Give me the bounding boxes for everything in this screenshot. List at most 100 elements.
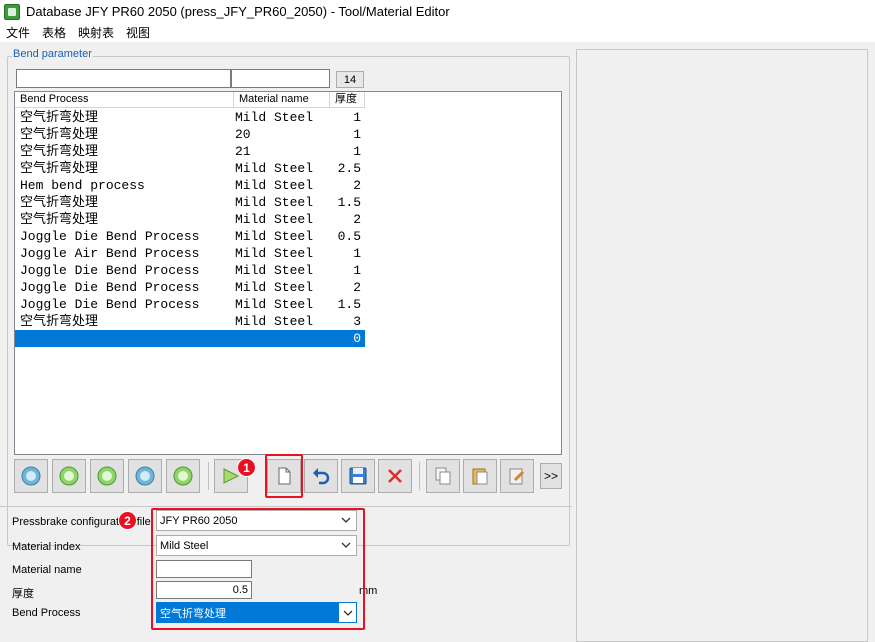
material-name-input[interactable] [156, 560, 252, 578]
cell-bend-process: 空气折弯处理 [20, 161, 99, 176]
pressbrake-combo[interactable]: JFY PR60 2050 [156, 510, 357, 531]
thickness-unit: mm [359, 585, 378, 597]
cell-bend-process: 空气折弯处理 [20, 110, 99, 125]
record-count: 14 [336, 71, 364, 88]
cell-material-name: Mild Steel [235, 314, 314, 329]
table-row[interactable]: Joggle Air Bend Process Mild Steel 1 [15, 245, 365, 262]
previous-record-button[interactable] [52, 459, 86, 493]
thickness-input[interactable]: 0.5 [156, 581, 252, 599]
new-record-button[interactable] [267, 459, 301, 493]
cell-material-name: Mild Steel [235, 263, 314, 278]
cell-thickness: 1 [353, 263, 361, 278]
record-toolbar: >> [14, 458, 566, 494]
cell-bend-process: Joggle Air Bend Process [20, 246, 200, 261]
bend-process-dropdown[interactable] [339, 603, 356, 622]
cell-material-name: 20 [235, 127, 251, 142]
cell-bend-process: 空气折弯处理 [20, 212, 99, 227]
thickness-label: 厚度 [12, 588, 34, 600]
paste-button[interactable] [463, 459, 497, 493]
more-tools-button[interactable]: >> [540, 463, 562, 489]
table-row[interactable]: 空气折弯处理 20 1 [15, 126, 365, 143]
cell-thickness: 2 [353, 178, 361, 193]
next-icon [97, 466, 117, 486]
menu-mapping[interactable]: 映射表 [72, 24, 120, 41]
cell-material-name [234, 330, 330, 347]
refresh-button[interactable] [166, 459, 200, 493]
table-row[interactable]: 0 [15, 330, 365, 347]
cell-bend-process [15, 330, 234, 347]
table-row[interactable]: 空气折弯处理 Mild Steel 2.5 [15, 160, 365, 177]
bend-parameter-list[interactable]: Bend Process Material name 厚度 空气折弯处理 Mild… [14, 91, 562, 455]
cell-bend-process: 空气折弯处理 [20, 314, 99, 329]
save-icon [349, 467, 367, 485]
table-row[interactable]: Joggle Die Bend Process Mild Steel 2 [15, 279, 365, 296]
last-record-button[interactable] [128, 459, 162, 493]
cell-thickness: 1 [353, 110, 361, 125]
table-row[interactable]: 空气折弯处理 Mild Steel 2 [15, 211, 365, 228]
menu-table[interactable]: 表格 [36, 24, 72, 41]
edit-icon [509, 468, 525, 485]
column-thickness[interactable]: 厚度 [330, 92, 365, 108]
toolbar-separator [419, 462, 420, 490]
edit-button[interactable] [500, 459, 534, 493]
cell-thickness: 1 [353, 127, 361, 142]
filter-process-input[interactable] [16, 69, 231, 88]
step-badge-2: 2 [118, 511, 137, 530]
step-badge-1: 1 [237, 458, 256, 477]
cell-material-name: Mild Steel [235, 178, 314, 193]
previous-icon [59, 466, 79, 486]
undo-icon [313, 468, 330, 485]
table-row[interactable]: 空气折弯处理 Mild Steel 1.5 [15, 194, 365, 211]
first-record-button[interactable] [14, 459, 48, 493]
menu-bar: 文件 表格 映射表 视图 [0, 23, 875, 42]
cell-material-name: Mild Steel [235, 212, 314, 227]
table-row[interactable]: Hem bend process Mild Steel 2 [15, 177, 365, 194]
cell-material-name: Mild Steel [235, 195, 314, 210]
cell-bend-process: 空气折弯处理 [20, 144, 99, 159]
delete-icon [388, 469, 402, 483]
save-button[interactable] [341, 459, 375, 493]
table-row[interactable]: 空气折弯处理 Mild Steel 1 [15, 109, 365, 126]
filter-material-input[interactable] [231, 69, 330, 88]
table-row[interactable]: Joggle Die Bend Process Mild Steel 1 [15, 262, 365, 279]
column-bend-process[interactable]: Bend Process [15, 92, 234, 108]
table-row[interactable]: Joggle Die Bend Process Mild Steel 0.5 [15, 228, 365, 245]
table-row[interactable]: 空气折弯处理 Mild Steel 3 [15, 313, 365, 330]
cell-thickness: 1.5 [337, 297, 361, 312]
cell-thickness: 0 [330, 330, 365, 347]
table-row[interactable]: Joggle Die Bend Process Mild Steel 1.5 [15, 296, 365, 313]
menu-file[interactable]: 文件 [0, 24, 36, 41]
bend-parameter-label: Bend parameter [12, 48, 93, 60]
column-material-name[interactable]: Material name [234, 92, 330, 108]
right-pane [576, 49, 868, 642]
cell-material-name: Mild Steel [235, 297, 314, 312]
refresh-icon [173, 466, 193, 486]
toolbar-separator [208, 462, 209, 490]
undo-button[interactable] [304, 459, 338, 493]
cell-thickness: 2.5 [337, 161, 361, 176]
app-icon [4, 3, 20, 20]
table-row[interactable]: 空气折弯处理 21 1 [15, 143, 365, 160]
last-icon [135, 466, 155, 486]
menu-view[interactable]: 视图 [120, 24, 156, 41]
window-title: Database JFY PR60 2050 (press_JFY_PR60_2… [26, 4, 450, 19]
cell-bend-process: Joggle Die Bend Process [20, 229, 200, 244]
cell-bend-process: Joggle Die Bend Process [20, 263, 200, 278]
first-icon [21, 466, 41, 486]
chevron-down-icon [341, 517, 351, 523]
cell-bend-process: Joggle Die Bend Process [20, 297, 200, 312]
next-record-button[interactable] [90, 459, 124, 493]
delete-button[interactable] [378, 459, 412, 493]
cell-material-name: Mild Steel [235, 229, 314, 244]
cell-thickness: 0.5 [337, 229, 361, 244]
copy-button[interactable] [426, 459, 460, 493]
list-header: Bend Process Material name 厚度 [15, 92, 365, 108]
material-index-combo[interactable]: Mild Steel [156, 535, 357, 556]
cell-material-name: Mild Steel [235, 110, 314, 125]
list-rows: 空气折弯处理 Mild Steel 1 空气折弯处理 20 1 空气折弯处理 21 1 空气折弯处… [15, 109, 365, 347]
bend-process-combo[interactable]: 空气折弯处理 [156, 602, 357, 623]
copy-icon [435, 467, 451, 485]
new-icon [278, 467, 291, 485]
paste-icon [472, 468, 488, 485]
cell-bend-process: Hem bend process [20, 178, 145, 193]
